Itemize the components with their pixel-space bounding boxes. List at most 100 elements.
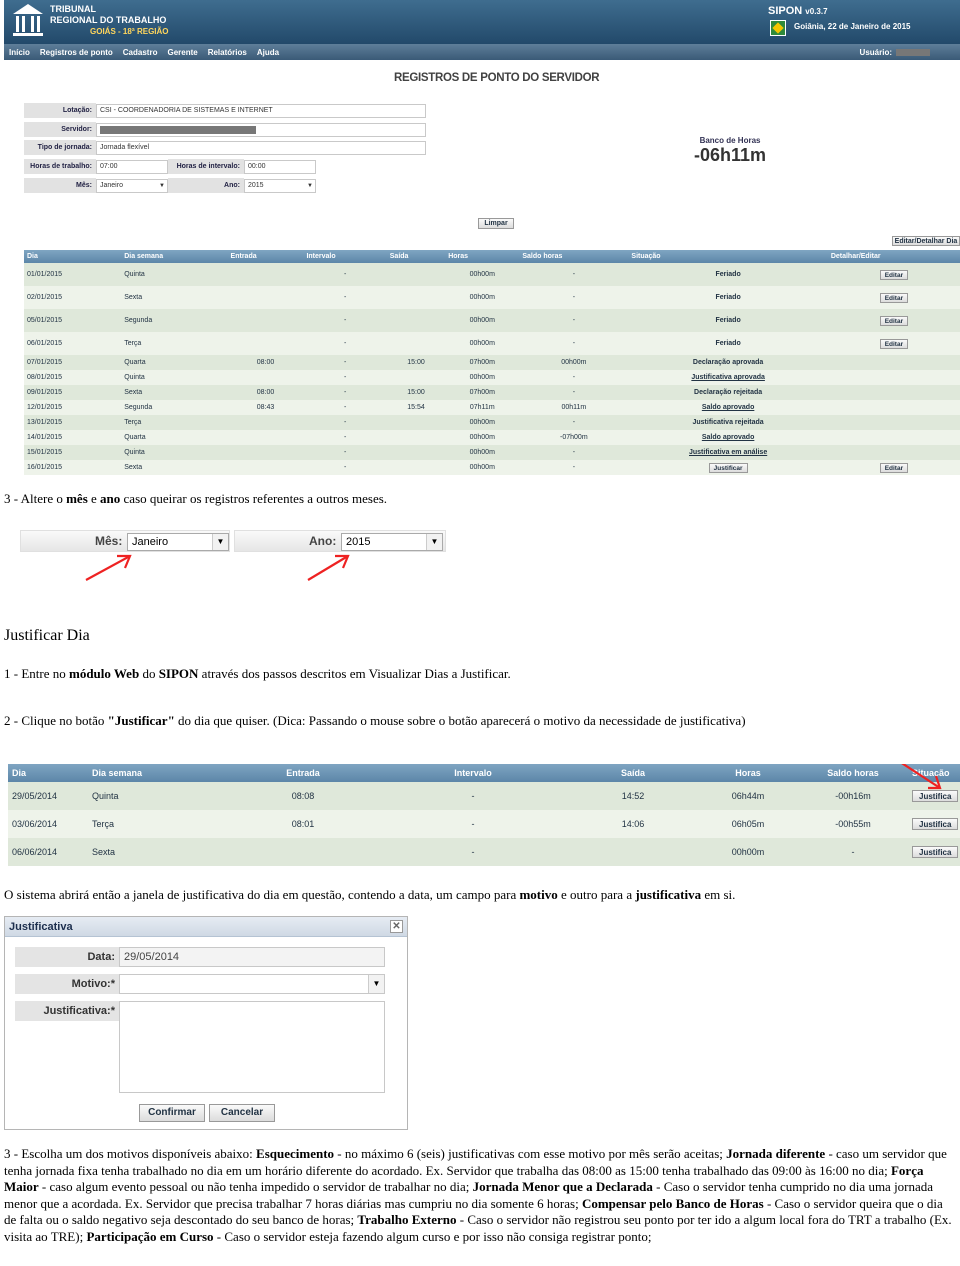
justificar-button[interactable]: Justifica	[912, 846, 959, 858]
table-row: 02/01/2015 Sexta -00h00m - Feriado Editar	[24, 286, 960, 309]
cell-horas: 00h00m	[445, 286, 520, 309]
editar-button[interactable]: Editar	[879, 269, 909, 280]
cell-entrada: 08:08	[228, 782, 378, 810]
cell-dia: 09/01/2015	[24, 385, 122, 400]
table-row: 15/01/2015 Quinta -00h00m - Justificativa em…	[24, 445, 960, 460]
servidor-row: Servidor:	[24, 122, 426, 137]
table-row: 12/01/2015 Segunda 08:43-15:54 07h11m 00h11m…	[24, 400, 960, 415]
open-motivo: motivo	[519, 887, 558, 902]
mes-ano-screenshot: Mês: Janeiro ▼ Ano: 2015 ▼	[20, 526, 448, 582]
justificar-header-row: Dia Dia semana Entrada Intervalo Saída Horas S…	[8, 764, 960, 782]
cell-situacao: Feriado	[628, 286, 828, 309]
cell-semana: Quinta	[121, 263, 228, 286]
horas-intervalo-field[interactable]: 00:00	[244, 159, 316, 174]
confirmar-button[interactable]: Confirmar	[139, 1104, 205, 1122]
cell-saida: 15:00	[386, 385, 446, 400]
justificar-button[interactable]: Justifica	[912, 818, 959, 830]
red-arrows-icon	[85, 554, 350, 581]
mes-select-zoom[interactable]: Janeiro ▼	[127, 533, 229, 551]
chevron-down-icon[interactable]: ▼	[368, 975, 384, 993]
cell-entrada	[227, 415, 304, 430]
brand-version: v0.3.7	[805, 7, 828, 16]
cell-situacao: Justificar	[628, 460, 828, 475]
column-header: Intervalo	[303, 250, 387, 263]
cell-semana: Sexta	[121, 385, 228, 400]
motivo-trabalho-externo: Trabalho Externo	[357, 1212, 457, 1228]
open-suffix: em si.	[701, 887, 736, 902]
cell-entrada: 08:01	[228, 810, 378, 838]
cell-entrada	[227, 445, 304, 460]
menu-cadastro[interactable]: Cadastro	[123, 48, 158, 57]
cell-saida	[386, 370, 446, 385]
cell-dia: 02/01/2015	[24, 286, 122, 309]
cell-acao: Editar	[827, 332, 960, 355]
cell-semana: Terça	[121, 415, 228, 430]
cell-saida	[386, 415, 446, 430]
limpar-button[interactable]: Limpar	[478, 218, 514, 229]
servidor-field	[96, 122, 426, 137]
cell-dia: 08/01/2015	[24, 370, 122, 385]
editar-button[interactable]: Editar	[879, 315, 909, 326]
column-header: Detalhar/Editar	[827, 250, 960, 263]
editar-button[interactable]: Editar	[879, 462, 909, 473]
step1-suffix: através dos passos descritos em Visualiz…	[198, 666, 511, 681]
cell-saldo: -	[519, 332, 629, 355]
cancelar-button[interactable]: Cancelar	[209, 1104, 275, 1122]
cell-saldo: -	[519, 460, 629, 475]
justificar-button[interactable]: Justificar	[708, 462, 748, 473]
chevron-down-icon[interactable]: ▼	[212, 534, 228, 550]
cell-acao	[827, 355, 960, 370]
motivo-row: Motivo:* ▼	[15, 974, 385, 994]
table-row: 09/01/2015 Sexta 08:00-15:00 07h00m - Declara…	[24, 385, 960, 400]
menu-relatorios[interactable]: Relatórios	[208, 48, 247, 57]
justificar-table: Dia Dia semana Entrada Intervalo Saída Horas S…	[8, 764, 960, 866]
menu-inicio[interactable]: Início	[9, 48, 30, 57]
cell-intervalo: -	[303, 286, 387, 309]
chevron-down-icon[interactable]: ▼	[426, 534, 442, 550]
table-row: 06/01/2015 Terça -00h00m - Feriado Editar	[24, 332, 960, 355]
menu-gerente[interactable]: Gerente	[167, 48, 197, 57]
cell-situacao: Feriado	[628, 309, 828, 332]
cell-semana: Terça	[121, 332, 228, 355]
editar-button[interactable]: Editar	[879, 292, 909, 303]
table-row: 13/01/2015 Terça -00h00m - Justificativa rej…	[24, 415, 960, 430]
cell-intervalo: -	[303, 332, 387, 355]
cell-saida	[386, 286, 446, 309]
app-header: TRIBUNAL REGIONAL DO TRABALHO GOIÁS - 18…	[4, 0, 960, 44]
mes-select[interactable]: Janeiro	[96, 178, 168, 193]
cell-intervalo: -	[303, 415, 387, 430]
close-icon[interactable]: ✕	[390, 920, 403, 933]
motivos-p2: - no máximo 6 (seis) justificativas com …	[334, 1146, 727, 1161]
editar-button[interactable]: Editar	[879, 338, 909, 349]
cell-situacao: Saldo aprovado	[628, 400, 828, 415]
cell-acao: Editar	[827, 263, 960, 286]
menu-registros-de-ponto[interactable]: Registros de ponto	[40, 48, 113, 57]
mes-field: Mês: Janeiro ▼	[20, 530, 230, 552]
redacted-servidor	[100, 125, 256, 134]
justificativa-textarea[interactable]	[119, 1001, 385, 1093]
cell-acao: Editar	[827, 460, 960, 475]
cell-horas: 00h00m	[698, 838, 798, 866]
cell-semana: Sexta	[88, 838, 228, 866]
editar-detalhar-dia-button[interactable]: Editar/Detalhar Dia	[892, 236, 960, 246]
table-row: 14/01/2015 Quarta - 00h00m -07h00m Saldo apro…	[24, 430, 960, 445]
ano-select-zoom[interactable]: 2015 ▼	[341, 533, 443, 551]
main-menu: Início Registros de ponto Cadastro Geren…	[4, 44, 960, 60]
section-title: Justificar Dia	[4, 627, 90, 644]
ano-select[interactable]: 2015	[244, 178, 316, 193]
cell-saida	[386, 460, 446, 475]
cell-semana: Quinta	[121, 370, 228, 385]
column-header: Dia	[8, 764, 88, 782]
menu-ajuda[interactable]: Ajuda	[257, 48, 279, 57]
step2-bold: "Justificar"	[107, 713, 175, 728]
cell-horas: 06h44m	[698, 782, 798, 810]
cell-horas: 07h11m	[445, 400, 520, 415]
cell-saida: 14:06	[568, 810, 698, 838]
cell-horas: 07h00m	[445, 385, 520, 400]
tipo-jornada-field: Jornada flexível	[96, 140, 426, 155]
motivo-select[interactable]: ▼	[119, 974, 385, 994]
horas-trabalho-field[interactable]: 07:00	[96, 159, 168, 174]
motivos-p4: - caso algum evento pessoal ou não tenha…	[38, 1179, 473, 1195]
mes-ano-row: Mês: Janeiro Ano: 2015	[24, 178, 316, 193]
justificativa-label: Justificativa:*	[15, 1001, 119, 1021]
